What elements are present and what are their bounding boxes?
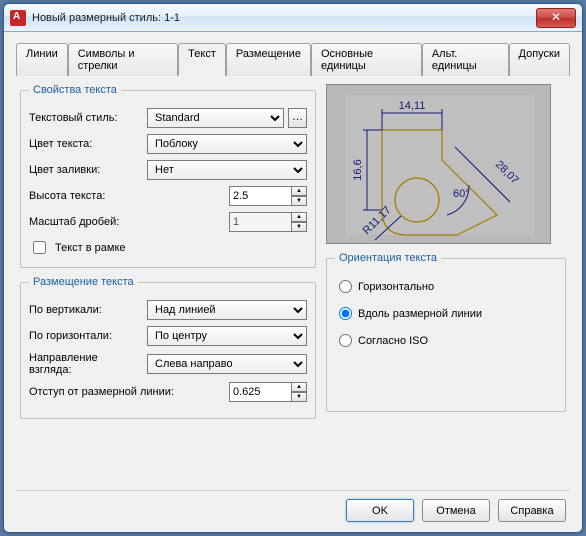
label-orient-horizontal: Горизонтально	[358, 281, 434, 293]
titlebar[interactable]: Новый размерный стиль: 1-1 ✕	[4, 4, 582, 32]
radio-aligned[interactable]	[339, 307, 352, 320]
preview-dim-left: 16,6	[352, 159, 364, 180]
spinner-text-height[interactable]: ▲▼	[229, 186, 307, 206]
tab-tolerances[interactable]: Допуски	[509, 43, 570, 76]
tab-symbols[interactable]: Символы и стрелки	[68, 43, 178, 76]
preview-dim-angle: 60°	[453, 188, 470, 200]
close-button[interactable]: ✕	[536, 8, 576, 28]
tab-primary-units[interactable]: Основные единицы	[311, 43, 422, 76]
label-horizontal: По горизонтали:	[29, 330, 141, 342]
label-offset: Отступ от размерной линии:	[29, 386, 199, 398]
tab-page-text: Свойства текста Текстовый стиль: Standar…	[16, 76, 570, 490]
label-fraction-scale: Масштаб дробей:	[29, 216, 141, 228]
spin-up-icon[interactable]: ▲	[291, 382, 307, 392]
help-button[interactable]: Справка	[498, 499, 566, 522]
label-text-color: Цвет текста:	[29, 138, 141, 150]
label-vertical: По вертикали:	[29, 304, 141, 316]
legend-text-properties: Свойства текста	[29, 84, 121, 96]
tab-text[interactable]: Текст	[178, 43, 226, 76]
label-fill-color: Цвет заливки:	[29, 164, 141, 176]
button-bar: OK Отмена Справка	[16, 490, 570, 522]
label-text-frame: Текст в рамке	[55, 242, 126, 254]
combo-vertical[interactable]: Над линией	[147, 300, 307, 320]
window-title: Новый размерный стиль: 1-1	[32, 12, 536, 24]
spin-down-icon[interactable]: ▼	[291, 222, 307, 232]
input-fraction-scale[interactable]	[229, 212, 291, 232]
label-text-style: Текстовый стиль:	[29, 112, 141, 124]
label-view-direction: Направление взгляда:	[29, 352, 141, 376]
label-text-height: Высота текста:	[29, 190, 141, 202]
spinner-offset[interactable]: ▲▼	[229, 382, 307, 402]
spinner-fraction-scale[interactable]: ▲▼	[229, 212, 307, 232]
dimension-preview: 14,11 16,6 28,07 R11,17	[326, 84, 551, 244]
dialog-body: Линии Символы и стрелки Текст Размещение…	[4, 32, 582, 532]
group-text-properties: Свойства текста Текстовый стиль: Standar…	[20, 84, 316, 268]
label-orient-aligned: Вдоль размерной линии	[358, 308, 482, 320]
tab-lines[interactable]: Линии	[16, 43, 68, 76]
checkbox-text-frame[interactable]	[33, 241, 46, 254]
input-text-height[interactable]	[229, 186, 291, 206]
spin-down-icon[interactable]: ▼	[291, 196, 307, 206]
combo-horizontal[interactable]: По центру	[147, 326, 307, 346]
combo-text-style[interactable]: Standard	[147, 108, 284, 128]
input-offset[interactable]	[229, 382, 291, 402]
combo-fill-color[interactable]: Нет	[147, 160, 307, 180]
app-icon	[10, 10, 26, 26]
tab-alt-units[interactable]: Альт. единицы	[422, 43, 509, 76]
tab-strip: Линии Символы и стрелки Текст Размещение…	[16, 42, 570, 76]
label-orient-iso: Согласно ISO	[358, 335, 428, 347]
ok-button[interactable]: OK	[346, 499, 414, 522]
group-text-placement: Размещение текста По вертикали: Над лини…	[20, 276, 316, 419]
button-text-style-browse[interactable]: …	[288, 108, 307, 128]
legend-text-placement: Размещение текста	[29, 276, 138, 288]
group-text-orientation: Ориентация текста Горизонтально Вдоль ра…	[326, 252, 566, 412]
combo-text-color[interactable]: Поблоку	[147, 134, 307, 154]
legend-orientation: Ориентация текста	[335, 252, 441, 264]
dialog-window: Новый размерный стиль: 1-1 ✕ Линии Симво…	[3, 3, 583, 533]
combo-view-direction[interactable]: Слева направо	[147, 354, 307, 374]
cancel-button[interactable]: Отмена	[422, 499, 490, 522]
radio-iso[interactable]	[339, 334, 352, 347]
preview-dim-top: 14,11	[399, 100, 426, 112]
spin-down-icon[interactable]: ▼	[291, 392, 307, 402]
spin-up-icon[interactable]: ▲	[291, 186, 307, 196]
radio-horizontal[interactable]	[339, 280, 352, 293]
spin-up-icon[interactable]: ▲	[291, 212, 307, 222]
tab-fit[interactable]: Размещение	[226, 43, 311, 76]
